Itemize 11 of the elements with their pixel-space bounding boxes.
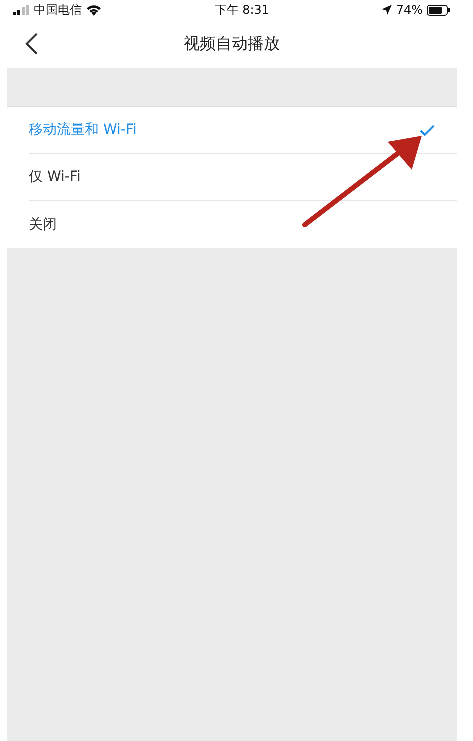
location-icon (382, 5, 392, 15)
back-icon[interactable] (25, 33, 39, 55)
carrier-name: 中国电信 (34, 2, 82, 18)
signal-icon (13, 5, 30, 15)
battery-icon (427, 4, 451, 16)
wifi-icon (86, 4, 102, 16)
status-time: 下午 8:31 (214, 2, 270, 18)
option-row[interactable]: 关闭 (29, 201, 457, 248)
page-title: 视频自动播放 (184, 34, 280, 54)
checkmark-icon (420, 124, 435, 136)
battery-percent: 74% (396, 3, 423, 17)
